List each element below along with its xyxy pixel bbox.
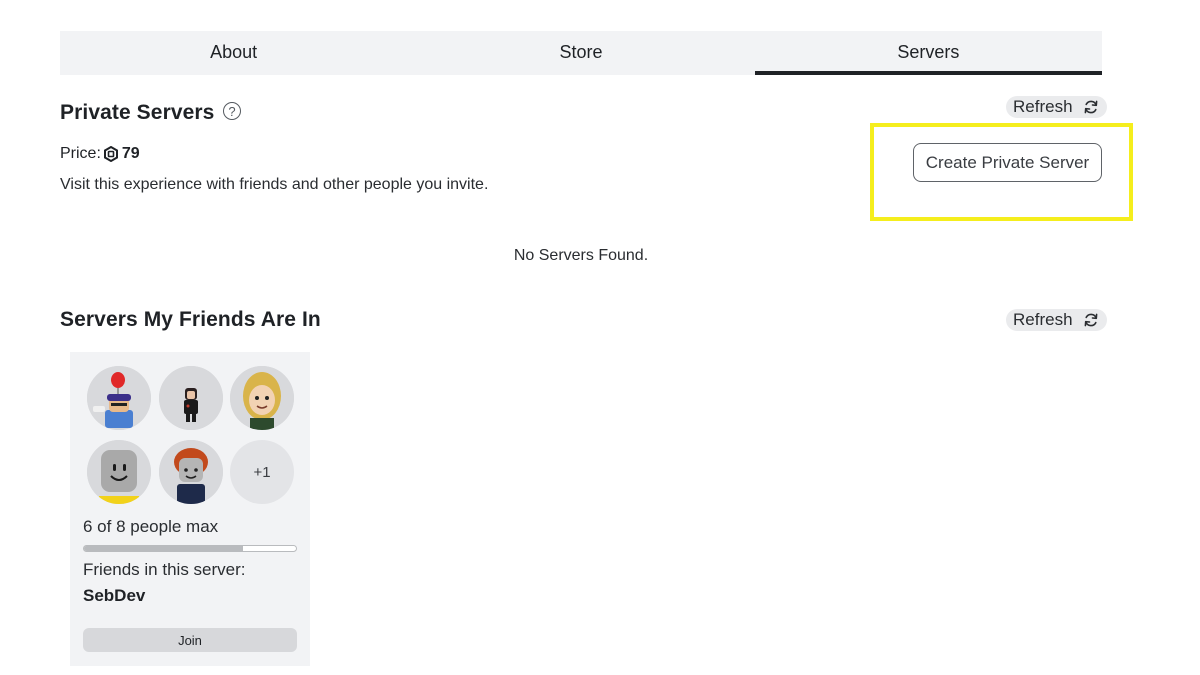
question-circle-icon[interactable]: ? bbox=[223, 102, 241, 120]
tab-bar: About Store Servers bbox=[60, 31, 1103, 75]
refresh-icon bbox=[1084, 100, 1097, 114]
player-count: 6 of 8 people max bbox=[83, 517, 219, 536]
avatar[interactable] bbox=[159, 366, 223, 430]
friend-server-card: +1 6 of 8 people max Friends in this ser… bbox=[70, 352, 310, 666]
avatar[interactable] bbox=[159, 440, 223, 504]
capacity-bar-fill bbox=[84, 546, 243, 551]
tab-about[interactable]: About bbox=[60, 31, 407, 75]
refresh-label: Refresh bbox=[1013, 310, 1073, 329]
avatar[interactable] bbox=[230, 366, 294, 430]
avatar[interactable] bbox=[87, 366, 151, 430]
no-servers-message: No Servers Found. bbox=[513, 247, 649, 264]
friends-in-server-label: Friends in this server: bbox=[83, 560, 246, 579]
create-private-server-button[interactable]: Create Private Server bbox=[913, 143, 1102, 182]
price-value: 79 bbox=[121, 145, 140, 162]
friends-servers-refresh-button[interactable]: Refresh bbox=[1006, 309, 1107, 331]
price-row: Price: 79 bbox=[60, 145, 140, 163]
private-servers-title: Private Servers bbox=[60, 101, 215, 124]
tab-servers[interactable]: Servers bbox=[754, 31, 1103, 75]
tab-store[interactable]: Store bbox=[407, 31, 754, 75]
private-servers-refresh-button[interactable]: Refresh bbox=[1006, 96, 1107, 118]
friends-servers-title: Servers My Friends Are In bbox=[60, 308, 321, 331]
refresh-label: Refresh bbox=[1013, 97, 1073, 116]
robux-icon bbox=[103, 146, 119, 162]
avatar-grid: +1 bbox=[87, 366, 297, 506]
private-servers-description: Visit this experience with friends and o… bbox=[60, 176, 489, 193]
friend-name[interactable]: SebDev bbox=[83, 586, 145, 606]
avatar[interactable] bbox=[87, 440, 151, 504]
price-label: Price: bbox=[60, 145, 101, 162]
overflow-count-badge[interactable]: +1 bbox=[230, 440, 294, 504]
refresh-icon bbox=[1084, 313, 1097, 327]
join-button[interactable]: Join bbox=[83, 628, 297, 652]
capacity-bar bbox=[83, 545, 297, 552]
